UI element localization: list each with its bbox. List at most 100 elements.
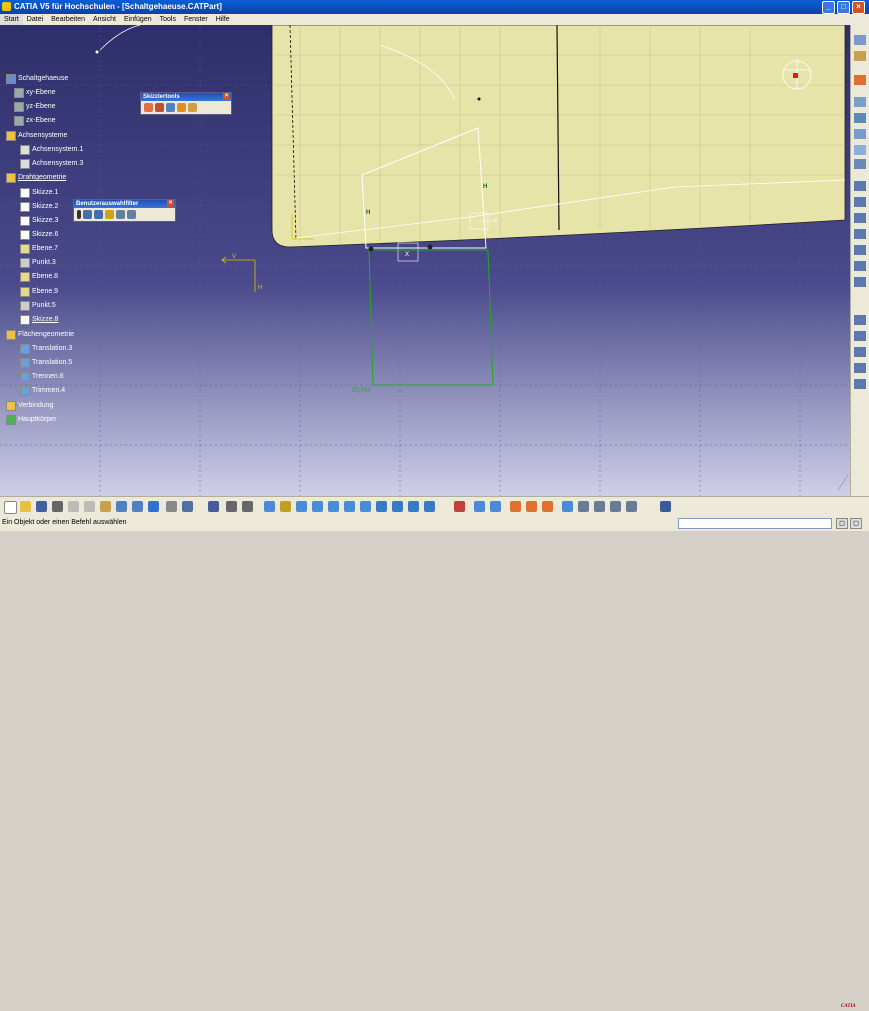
command-ok-button[interactable]: ◻ [850, 518, 862, 529]
tree-item-zx-plane[interactable]: zx-Ebene [14, 116, 56, 126]
sketch-point-mid[interactable] [427, 244, 433, 250]
fill-icon[interactable] [854, 159, 866, 169]
grid-icon[interactable] [144, 103, 153, 112]
feature-filter-icon[interactable] [116, 210, 125, 219]
point-black[interactable] [477, 97, 481, 101]
point-tool-icon[interactable] [490, 501, 501, 512]
copy-icon[interactable] [84, 501, 95, 512]
swap-space-icon[interactable] [424, 501, 435, 512]
profile-icon[interactable] [854, 261, 866, 271]
tree-item-sketch-8[interactable]: Skizze.8 [20, 315, 58, 325]
tree-item-root[interactable]: Schaltgehaeuse [6, 74, 68, 84]
tree-item-surfaces[interactable]: Flächengeometrie [6, 330, 74, 340]
construction-icon[interactable] [166, 103, 175, 112]
maximize-button[interactable]: □ [837, 1, 850, 14]
axis-line-icon[interactable] [854, 277, 866, 287]
geometry-filter-icon[interactable] [127, 210, 136, 219]
user-filter-close-icon[interactable]: × [167, 200, 174, 207]
menu-start[interactable]: Start [0, 14, 23, 25]
mirror-icon[interactable] [854, 363, 866, 373]
tree-item-translation-3[interactable]: Translation.3 [20, 344, 72, 354]
tree-item-connection[interactable]: Verbindung [6, 401, 53, 411]
views-icon[interactable] [376, 501, 387, 512]
tree-item-axis-1[interactable]: Achsensystem.1 [20, 145, 83, 155]
zoom-in-icon[interactable] [328, 501, 339, 512]
knowledge-icon[interactable] [208, 501, 219, 512]
fit-all-icon[interactable] [280, 501, 291, 512]
zoom-out-icon[interactable] [344, 501, 355, 512]
sweep-icon[interactable] [854, 129, 866, 139]
tree-item-body[interactable]: Hauptkörper [6, 415, 57, 425]
cut-icon[interactable] [68, 501, 79, 512]
command-input[interactable] [678, 518, 832, 529]
catalog-icon[interactable] [226, 501, 237, 512]
menu-bearbeiten[interactable]: Bearbeiten [47, 14, 89, 25]
volume-filter-icon[interactable] [105, 210, 114, 219]
save-icon[interactable] [36, 501, 47, 512]
tree-item-sketch-2[interactable]: Skizze.2 [20, 202, 58, 212]
reorder-icon[interactable] [626, 501, 637, 512]
plane-icon[interactable] [474, 501, 485, 512]
dimensional-constraint-icon[interactable] [188, 103, 197, 112]
undo-icon[interactable] [116, 501, 127, 512]
sketch-tools-close-icon[interactable]: × [223, 93, 230, 100]
minimize-button[interactable]: _ [822, 1, 835, 14]
new-icon[interactable] [4, 501, 17, 514]
paste-icon[interactable] [100, 501, 111, 512]
conic-icon[interactable] [854, 245, 866, 255]
command-cancel-button[interactable]: ◻ [836, 518, 848, 529]
tree-item-plane-8[interactable]: Ebene.8 [20, 272, 58, 282]
geometric-constraint-icon[interactable] [177, 103, 186, 112]
pan-icon[interactable] [296, 501, 307, 512]
3d-viewport[interactable]: Y X 20,704 H H V H Schaltgehaeuse xy-Ebe… [0, 25, 850, 496]
tree-item-plane-9[interactable]: Ebene.9 [20, 287, 58, 297]
spline-icon[interactable] [854, 229, 866, 239]
chamfer-icon[interactable] [854, 331, 866, 341]
tree-item-xy-plane[interactable]: xy-Ebene [14, 88, 56, 98]
offset-icon[interactable] [854, 145, 866, 155]
tree-item-wireframe[interactable]: Drahtgeometrie [6, 173, 66, 183]
tree-item-plane-7[interactable]: Ebene.7 [20, 244, 58, 254]
surface-filter-icon[interactable] [94, 210, 103, 219]
measure-icon[interactable] [242, 501, 253, 512]
extrude-icon[interactable] [854, 97, 866, 107]
tree-item-axis-systems[interactable]: Achsensysteme [6, 131, 67, 141]
menu-einfuegen[interactable]: Einfügen [120, 14, 156, 25]
whats-this-icon[interactable] [148, 501, 159, 512]
tree-item-yz-plane[interactable]: yz-Ebene [14, 102, 56, 112]
analysis-icon[interactable] [526, 501, 537, 512]
point-filter-icon[interactable] [77, 210, 81, 219]
normal-view-icon[interactable] [360, 501, 371, 512]
tree-item-sketch-1[interactable]: Skizze.1 [20, 188, 58, 198]
project-icon[interactable] [854, 379, 866, 389]
redo-icon[interactable] [132, 501, 143, 512]
sketcher-icon[interactable] [854, 35, 866, 45]
sketch-point-left[interactable] [368, 246, 374, 252]
tree-item-sketch-3[interactable]: Skizze.3 [20, 216, 58, 226]
tree-item-trim-4[interactable]: Trimmen.4 [20, 386, 65, 396]
tree-item-sketch-6[interactable]: Skizze.6 [20, 230, 58, 240]
menu-fenster[interactable]: Fenster [180, 14, 212, 25]
point-icon[interactable] [854, 181, 866, 191]
corner-icon[interactable] [854, 315, 866, 325]
menu-tools[interactable]: Tools [156, 14, 180, 25]
sketcher-toggle-icon[interactable] [454, 501, 465, 512]
constraint-icon[interactable] [510, 501, 521, 512]
tree-item-translation-5[interactable]: Translation.5 [20, 358, 72, 368]
close-button[interactable]: × [852, 1, 865, 14]
dimension-value[interactable]: 20,704 [352, 388, 371, 394]
body-tool-icon[interactable] [594, 501, 605, 512]
update-icon[interactable] [542, 501, 553, 512]
shading-icon[interactable] [392, 501, 403, 512]
measure-between-icon[interactable] [660, 501, 671, 512]
tree-item-axis-3[interactable]: Achsensystem.3 [20, 159, 83, 169]
menu-hilfe[interactable]: Hilfe [212, 14, 234, 25]
select-icon[interactable] [854, 75, 866, 85]
tree-item-point-5[interactable]: Punkt.5 [20, 301, 56, 311]
formula-icon[interactable] [166, 501, 177, 512]
exit-workbench-icon[interactable] [854, 51, 866, 61]
menu-ansicht[interactable]: Ansicht [89, 14, 120, 25]
axis-tool-icon[interactable] [562, 501, 573, 512]
snap-icon[interactable] [155, 103, 164, 112]
curve-filter-icon[interactable] [83, 210, 92, 219]
